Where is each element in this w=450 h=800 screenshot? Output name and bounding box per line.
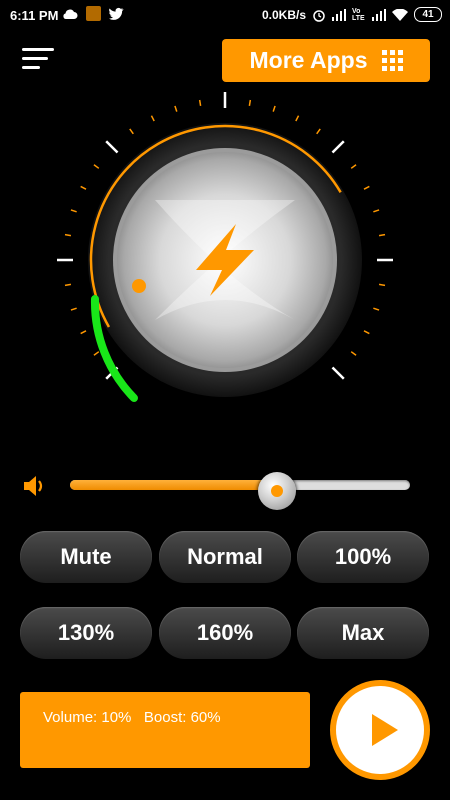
knob-tick bbox=[105, 140, 119, 154]
knob-tick bbox=[248, 99, 252, 107]
speaker-icon[interactable] bbox=[22, 474, 48, 498]
status-bar: 6:11 PM 0.0KB/s Vo LTE 41 bbox=[0, 0, 450, 30]
volume-boost-text: Volume: 10% Boost: 60% bbox=[43, 709, 221, 726]
volte-icon: Vo LTE bbox=[352, 7, 365, 22]
volume-slider-fill bbox=[70, 480, 278, 490]
knob-tick bbox=[350, 351, 357, 356]
knob-tick bbox=[174, 105, 178, 112]
knob-tick bbox=[363, 185, 370, 190]
knob-tick bbox=[295, 115, 300, 122]
app-notification-icon bbox=[86, 6, 101, 21]
knob-tick bbox=[350, 164, 357, 169]
knob-tick bbox=[93, 164, 100, 169]
knob-tick bbox=[331, 366, 345, 380]
play-icon bbox=[372, 714, 398, 746]
knob-tick bbox=[93, 351, 100, 356]
knob-tick bbox=[150, 115, 155, 122]
knob-tick bbox=[80, 185, 87, 190]
status-info-box: Volume: 10% Boost: 60% bbox=[20, 692, 310, 768]
signal-icon bbox=[332, 8, 346, 21]
knob-tick bbox=[378, 283, 386, 287]
volume-slider-thumb[interactable] bbox=[258, 472, 297, 510]
knob-tick bbox=[70, 307, 77, 311]
knob-indicator-dot bbox=[132, 279, 146, 293]
knob-tick bbox=[272, 105, 276, 112]
volume-knob[interactable] bbox=[0, 80, 450, 420]
knob-tick bbox=[331, 140, 345, 154]
volume-slider-row bbox=[20, 468, 420, 510]
signal-icon bbox=[372, 8, 386, 21]
status-time: 6:11 PM bbox=[10, 8, 59, 23]
knob-tick bbox=[64, 283, 72, 287]
knob-tick bbox=[80, 330, 87, 335]
wifi-icon bbox=[392, 8, 408, 21]
play-button[interactable] bbox=[330, 680, 430, 780]
volume-slider-track[interactable] bbox=[70, 472, 410, 510]
volume-knob-area bbox=[0, 80, 450, 420]
knob-tick bbox=[70, 209, 77, 213]
knob-tick bbox=[363, 330, 370, 335]
more-apps-label: More Apps bbox=[249, 47, 368, 73]
knob-tick bbox=[64, 233, 72, 237]
cloud-icon bbox=[63, 9, 78, 19]
knob-tick bbox=[373, 307, 380, 311]
knob-tick bbox=[316, 128, 321, 135]
alarm-icon bbox=[313, 9, 325, 22]
twitter-icon bbox=[109, 7, 124, 20]
preset-160-button[interactable]: 160% bbox=[159, 607, 291, 659]
normal-button[interactable]: Normal bbox=[159, 531, 291, 583]
menu-button[interactable] bbox=[22, 48, 58, 74]
battery-icon: 41 bbox=[414, 7, 442, 22]
menu-icon bbox=[22, 48, 54, 51]
max-button[interactable]: Max bbox=[297, 607, 429, 659]
knob-tick bbox=[373, 209, 380, 213]
knob-tick bbox=[129, 128, 134, 135]
knob-tick bbox=[198, 99, 202, 107]
net-speed: 0.0KB/s bbox=[261, 7, 306, 22]
preset-100-button[interactable]: 100% bbox=[297, 531, 429, 583]
more-apps-button[interactable]: More Apps bbox=[222, 39, 430, 82]
knob-tick bbox=[378, 233, 386, 237]
preset-130-button[interactable]: 130% bbox=[20, 607, 152, 659]
grid-icon bbox=[381, 50, 403, 71]
mute-button[interactable]: Mute bbox=[20, 531, 152, 583]
